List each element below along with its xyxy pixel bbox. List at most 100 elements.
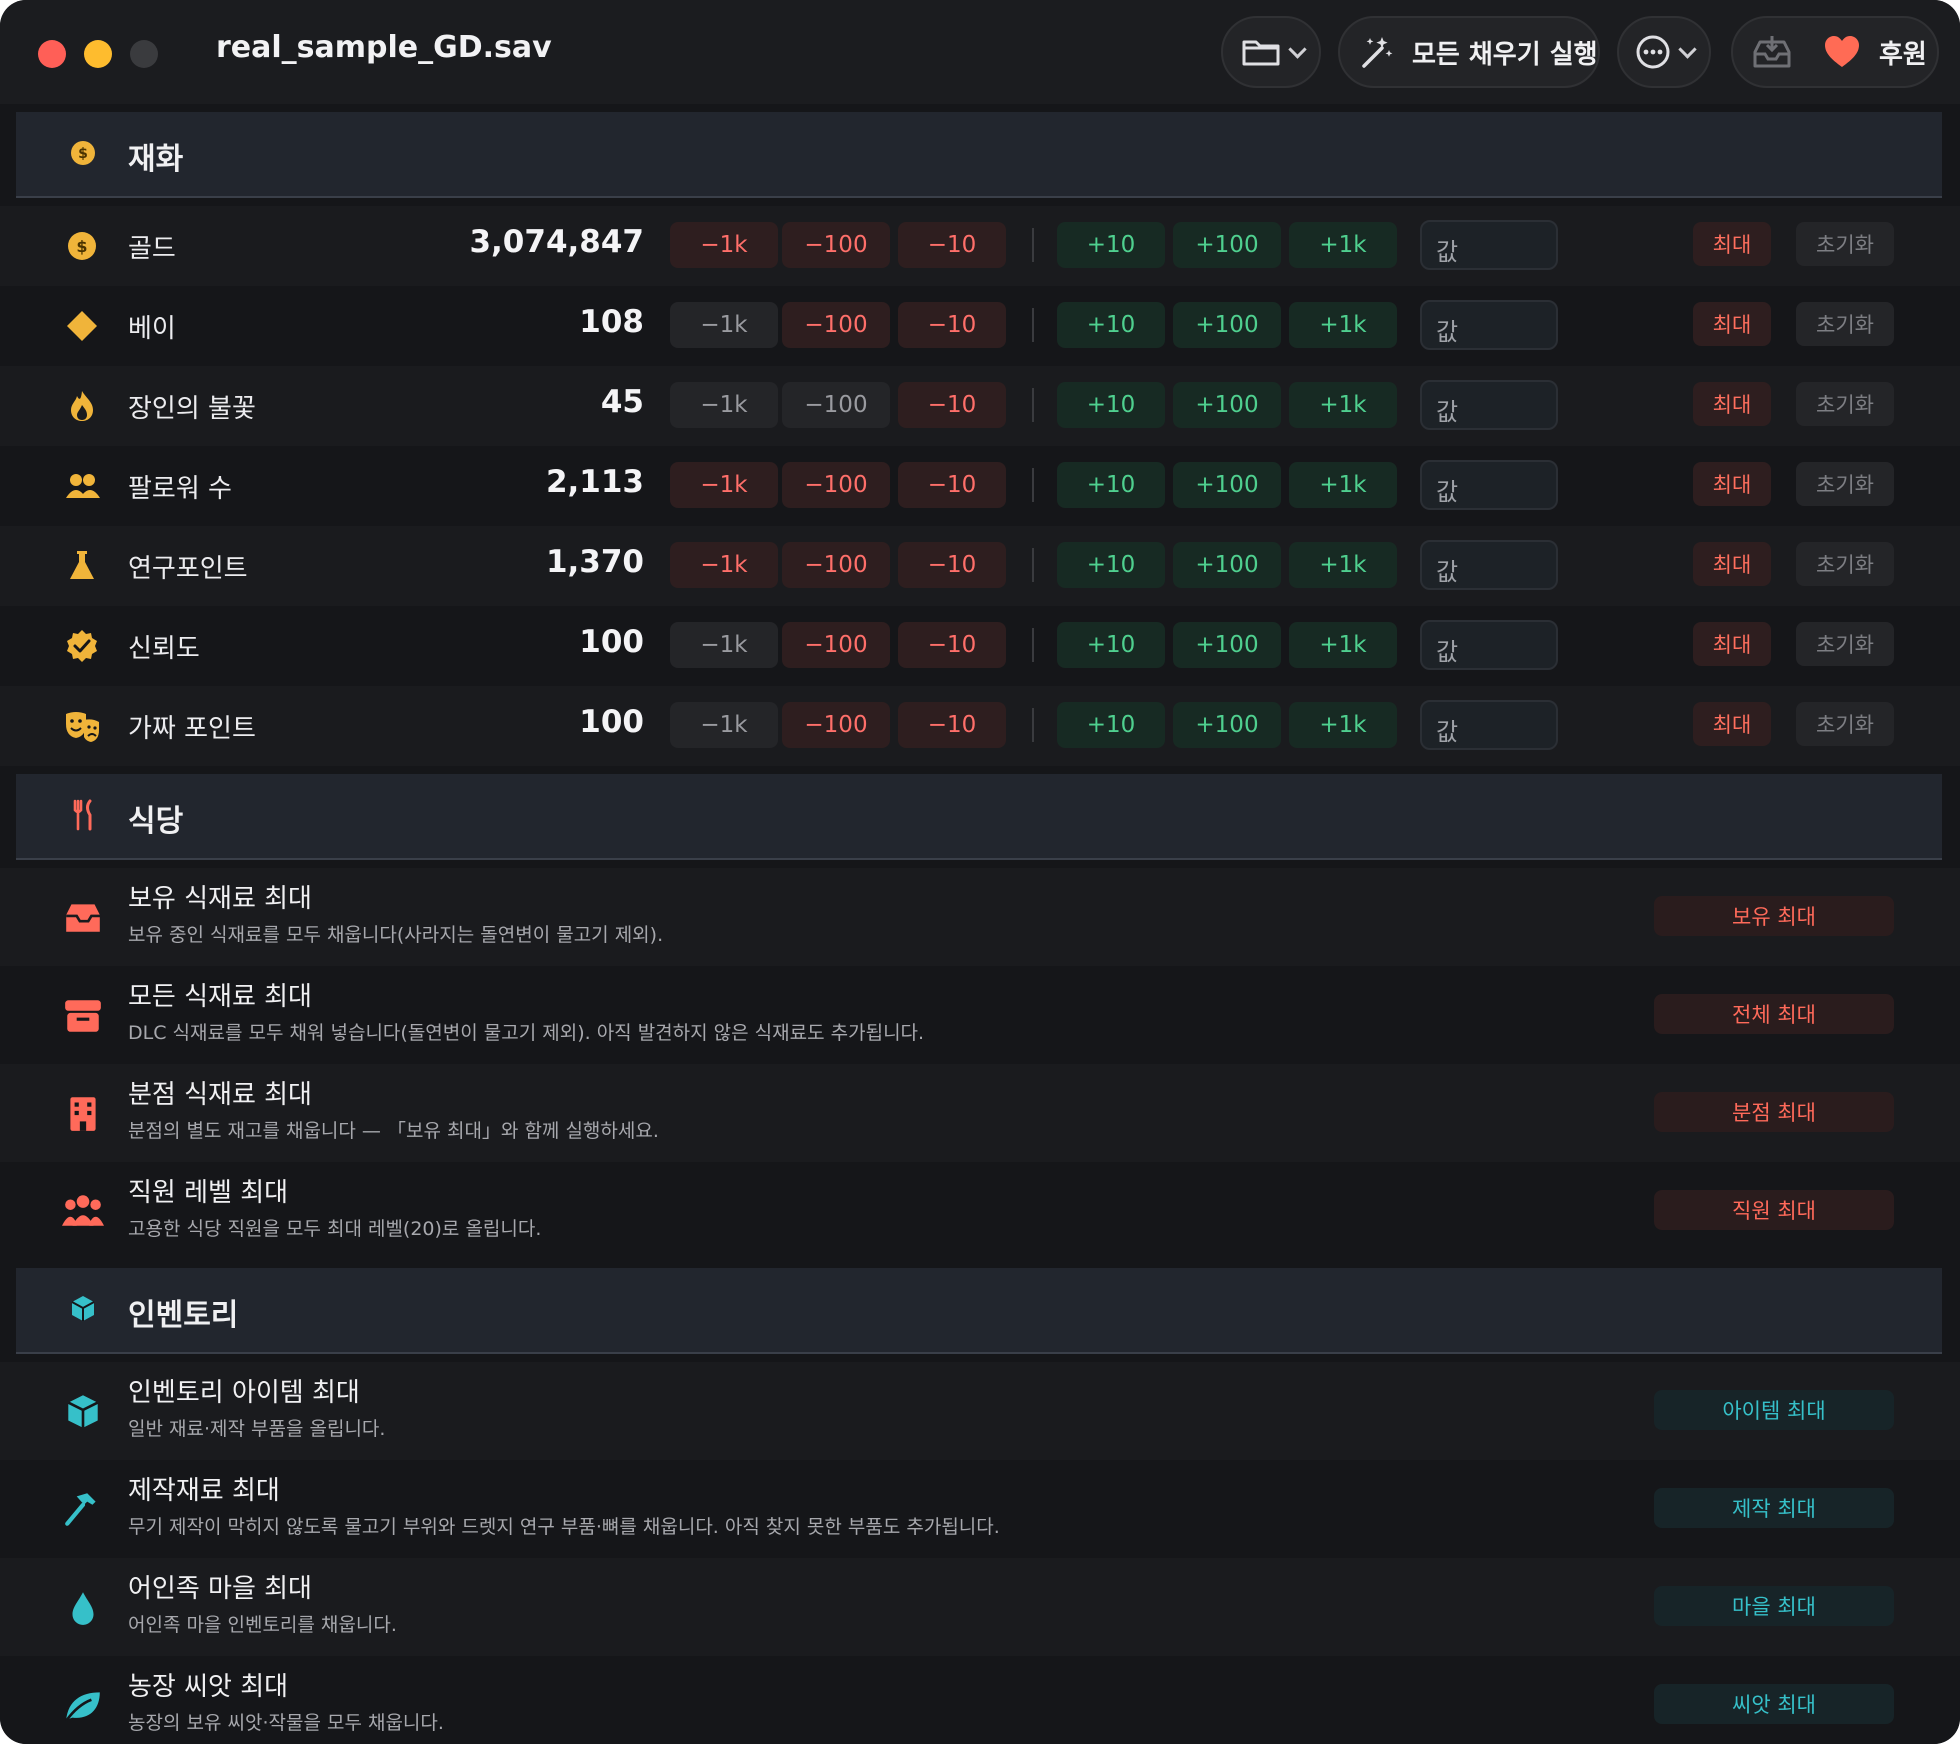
- value-input[interactable]: 값: [1420, 700, 1558, 750]
- verified-badge-icon: [67, 630, 97, 662]
- minus-100-button[interactable]: −100: [782, 622, 890, 668]
- minus-1k-button[interactable]: −1k: [670, 462, 778, 508]
- minus-100-button[interactable]: −100: [782, 222, 890, 268]
- plus-10-button[interactable]: +10: [1057, 382, 1165, 428]
- value-input[interactable]: 값: [1420, 220, 1558, 270]
- plus-100-button[interactable]: +100: [1173, 622, 1281, 668]
- minus-100-button[interactable]: −100: [782, 542, 890, 588]
- plus-100-button[interactable]: +100: [1173, 382, 1281, 428]
- plus-100-button[interactable]: +100: [1173, 462, 1281, 508]
- plus-1k-button[interactable]: +1k: [1289, 382, 1397, 428]
- plus-10-button[interactable]: +10: [1057, 622, 1165, 668]
- reset-button[interactable]: 초기화: [1796, 462, 1894, 506]
- reset-button[interactable]: 초기화: [1796, 382, 1894, 426]
- value-input[interactable]: 값: [1420, 620, 1558, 670]
- zoom-window-button[interactable]: [130, 40, 158, 68]
- divider: [1032, 628, 1034, 662]
- building-icon: [70, 1097, 96, 1131]
- divider: [1032, 548, 1034, 582]
- reset-button[interactable]: 초기화: [1796, 302, 1894, 346]
- plus-1k-button[interactable]: +1k: [1289, 462, 1397, 508]
- plus-100-button[interactable]: +100: [1173, 702, 1281, 748]
- currency-value: 45: [600, 384, 644, 420]
- max-button[interactable]: 최대: [1693, 542, 1771, 586]
- minus-1k-button[interactable]: −1k: [670, 542, 778, 588]
- currency-row: 베이 108 −1k −100 −10 +10 +100 +1k 값 최대 초기화: [0, 286, 1960, 366]
- max-button[interactable]: 최대: [1693, 222, 1771, 266]
- fill-all-button[interactable]: 모든 채우기 실행: [1338, 16, 1600, 88]
- feature-title: 모든 식재료 최대: [128, 982, 312, 1012]
- feature-description: 무기 제작이 막히지 않도록 물고기 부위와 드렛지 연구 부품·뼈를 채웁니다…: [128, 1516, 1000, 1538]
- feature-action-button[interactable]: 아이템 최대: [1654, 1390, 1894, 1430]
- feature-description: 보유 중인 식재료를 모두 채웁니다(사라지는 돌연변이 물고기 제외).: [128, 924, 664, 946]
- minus-10-button[interactable]: −10: [898, 222, 1006, 268]
- plus-100-button[interactable]: +100: [1173, 222, 1281, 268]
- minus-10-button[interactable]: −10: [898, 622, 1006, 668]
- svg-text:$: $: [76, 237, 87, 256]
- minimize-window-button[interactable]: [84, 40, 112, 68]
- feature-action-button[interactable]: 전체 최대: [1654, 994, 1894, 1034]
- max-button[interactable]: 최대: [1693, 702, 1771, 746]
- app-window: real_sample_GD.sav 모든 채우기 실행 후원 $ 재화 $ 골…: [0, 0, 1960, 1744]
- max-button[interactable]: 최대: [1693, 302, 1771, 346]
- close-window-button[interactable]: [38, 40, 66, 68]
- minus-10-button[interactable]: −10: [898, 702, 1006, 748]
- magic-wand-icon: [1362, 37, 1393, 68]
- value-input[interactable]: 값: [1420, 460, 1558, 510]
- value-input[interactable]: 값: [1420, 300, 1558, 350]
- reset-button[interactable]: 초기화: [1796, 542, 1894, 586]
- minus-10-button[interactable]: −10: [898, 462, 1006, 508]
- plus-100-button[interactable]: +100: [1173, 542, 1281, 588]
- hammer-icon: [65, 1493, 96, 1526]
- plus-10-button[interactable]: +10: [1057, 462, 1165, 508]
- plus-10-button[interactable]: +10: [1057, 702, 1165, 748]
- minus-10-button[interactable]: −10: [898, 302, 1006, 348]
- plus-1k-button[interactable]: +1k: [1289, 302, 1397, 348]
- plus-100-button[interactable]: +100: [1173, 302, 1281, 348]
- plus-1k-button[interactable]: +1k: [1289, 542, 1397, 588]
- max-button[interactable]: 최대: [1693, 622, 1771, 666]
- minus-100-button[interactable]: −100: [782, 462, 890, 508]
- plus-10-button[interactable]: +10: [1057, 542, 1165, 588]
- plus-1k-button[interactable]: +1k: [1289, 702, 1397, 748]
- feature-action-button[interactable]: 분점 최대: [1654, 1092, 1894, 1132]
- feature-action-button[interactable]: 씨앗 최대: [1654, 1684, 1894, 1724]
- feature-title: 농장 씨앗 최대: [128, 1672, 289, 1702]
- minus-10-button[interactable]: −10: [898, 542, 1006, 588]
- feature-action-button[interactable]: 보유 최대: [1654, 896, 1894, 936]
- minus-100-button[interactable]: −100: [782, 302, 890, 348]
- reset-button[interactable]: 초기화: [1796, 702, 1894, 746]
- donate-button[interactable]: 후원: [1879, 34, 1927, 71]
- cube-icon: [67, 1395, 99, 1428]
- feature-row: 인벤토리 아이템 최대 일반 재료·제작 부품을 올립니다. 아이템 최대: [0, 1362, 1960, 1460]
- feature-action-button[interactable]: 마을 최대: [1654, 1586, 1894, 1626]
- minus-1k-button[interactable]: −1k: [670, 622, 778, 668]
- diamond-icon: [67, 311, 97, 341]
- minus-10-button[interactable]: −10: [898, 382, 1006, 428]
- value-input[interactable]: 값: [1420, 540, 1558, 590]
- max-button[interactable]: 최대: [1693, 382, 1771, 426]
- svg-text:$: $: [78, 146, 88, 162]
- install-tray-icon[interactable]: [1751, 34, 1793, 70]
- reset-button[interactable]: 초기화: [1796, 222, 1894, 266]
- plus-1k-button[interactable]: +1k: [1289, 222, 1397, 268]
- minus-100-button[interactable]: −100: [782, 382, 890, 428]
- minus-1k-button[interactable]: −1k: [670, 382, 778, 428]
- feature-action-button[interactable]: 제작 최대: [1654, 1488, 1894, 1528]
- section-title: 인벤토리: [128, 1298, 239, 1333]
- plus-10-button[interactable]: +10: [1057, 302, 1165, 348]
- folder-icon: [1242, 40, 1280, 66]
- plus-10-button[interactable]: +10: [1057, 222, 1165, 268]
- fork-knife-icon: [73, 799, 92, 831]
- minus-100-button[interactable]: −100: [782, 702, 890, 748]
- minus-1k-button[interactable]: −1k: [670, 702, 778, 748]
- minus-1k-button[interactable]: −1k: [670, 222, 778, 268]
- reset-button[interactable]: 초기화: [1796, 622, 1894, 666]
- value-input[interactable]: 값: [1420, 380, 1558, 430]
- plus-1k-button[interactable]: +1k: [1289, 622, 1397, 668]
- max-button[interactable]: 최대: [1693, 462, 1771, 506]
- open-file-menu-button[interactable]: [1221, 16, 1321, 88]
- feature-action-button[interactable]: 직원 최대: [1654, 1190, 1894, 1230]
- more-options-button[interactable]: [1617, 16, 1711, 88]
- minus-1k-button[interactable]: −1k: [670, 302, 778, 348]
